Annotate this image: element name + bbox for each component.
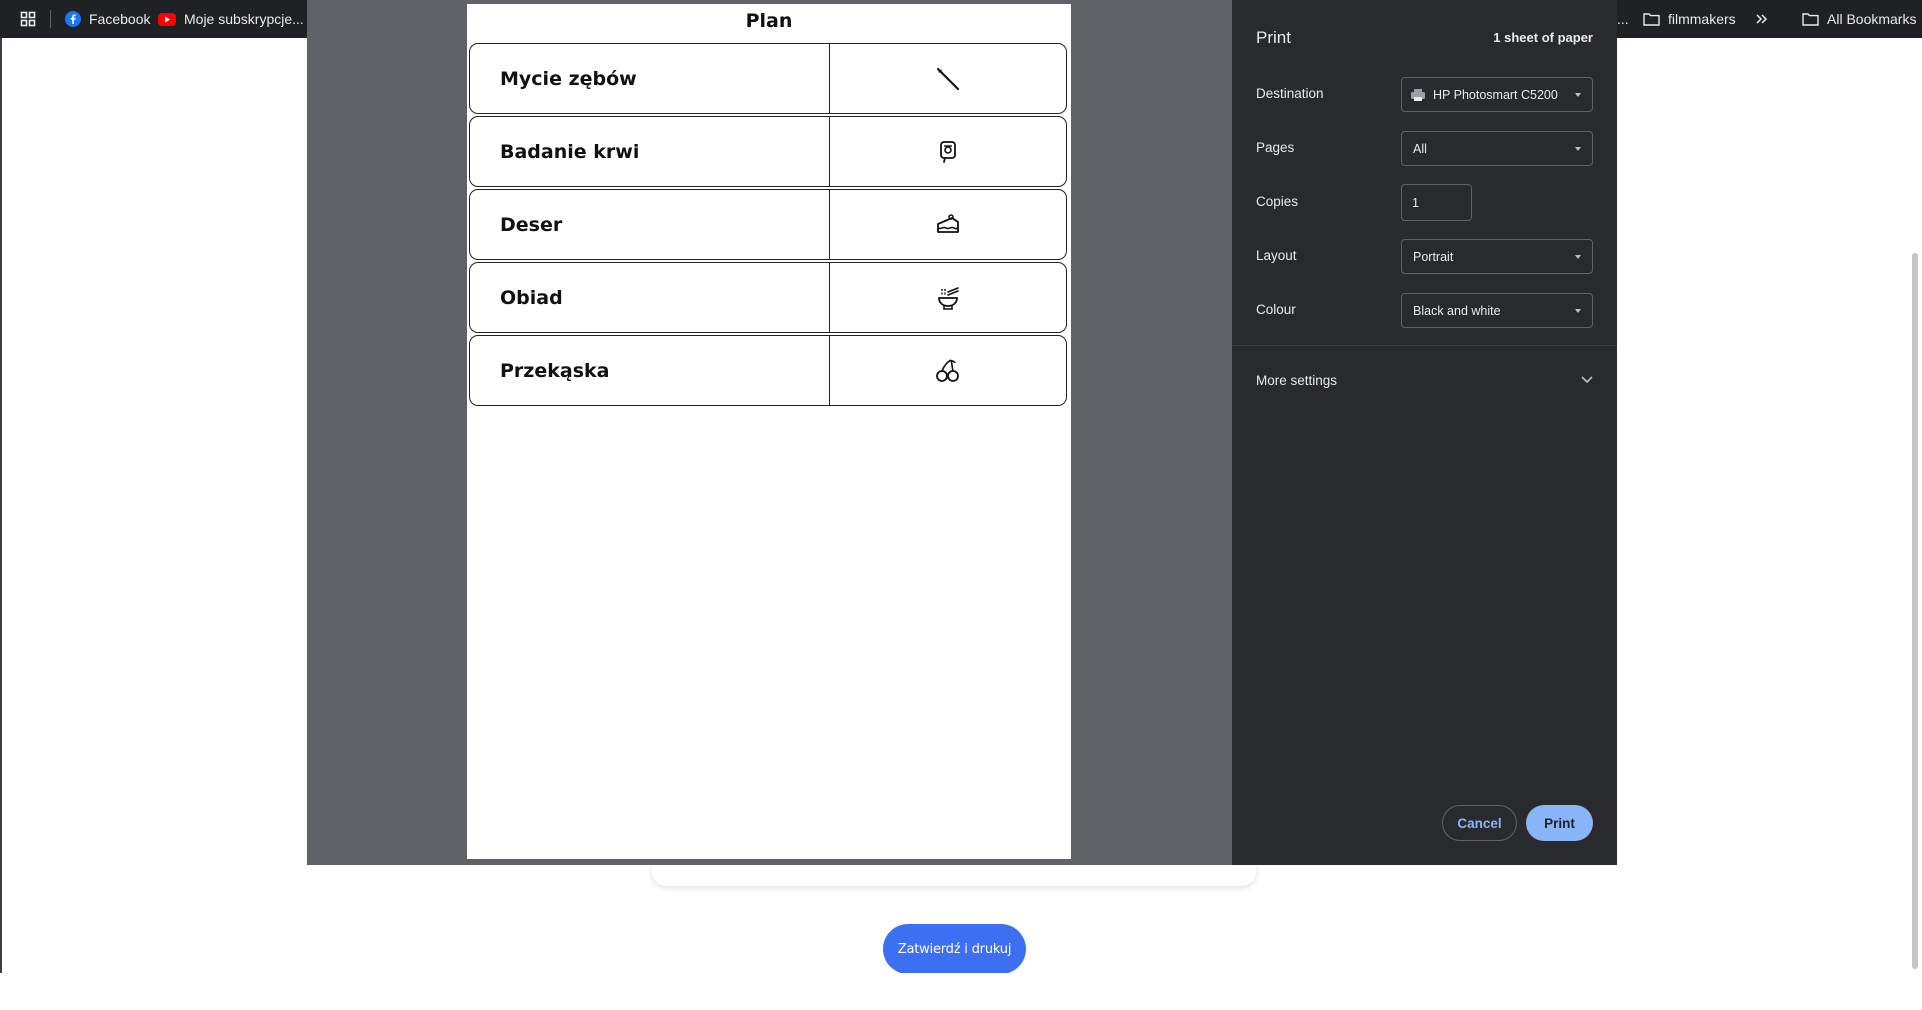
plan-title: Plan — [745, 10, 793, 32]
print-preview-area: Plan Mycie zębów Badanie krwi Deser Obia… — [307, 0, 1232, 865]
plan-row-label: Badanie krwi — [470, 117, 830, 186]
window-bottom — [0, 973, 1922, 1010]
pages-select[interactable]: All — [1401, 131, 1593, 166]
page-scrollbar[interactable] — [1909, 38, 1922, 973]
settings-divider — [1232, 345, 1617, 346]
plan-row: Badanie krwi — [469, 116, 1067, 187]
destination-value: HP Photosmart C5200 — [1433, 87, 1558, 102]
plan-row-label: Przekąska — [470, 336, 830, 405]
confirm-and-print-button[interactable]: Zatwierdź i drukuj — [883, 924, 1026, 974]
destination-label: Destination — [1256, 86, 1324, 101]
bookmark-folder-filmmakers[interactable]: filmmakers — [1643, 0, 1736, 38]
window-edge — [0, 38, 2, 973]
bookmark-label: ... — [1617, 11, 1629, 27]
chevron-down-icon — [1575, 147, 1581, 151]
plan-row-label: Obiad — [470, 263, 830, 332]
blood-test-icon — [940, 140, 956, 163]
colour-value: Black and white — [1413, 303, 1501, 318]
bookmark-facebook[interactable]: Facebook — [65, 0, 150, 38]
chevron-down-icon — [1575, 309, 1581, 313]
bookmark-moje-subskrypcje[interactable]: Moje subskrypcje... — [158, 0, 304, 38]
folder-icon — [1802, 13, 1819, 26]
plan-table: Mycie zębów Badanie krwi Deser Obiad Prz… — [469, 43, 1067, 408]
layout-value: Portrait — [1413, 249, 1454, 264]
sheet-count: 1 sheet of paper — [1493, 30, 1593, 45]
pages-value: All — [1413, 141, 1427, 156]
colour-select[interactable]: Black and white — [1401, 293, 1593, 328]
bookmark-label: Facebook — [89, 11, 151, 27]
destination-select[interactable]: HP Photosmart C5200 — [1401, 77, 1593, 112]
cancel-button[interactable]: Cancel — [1442, 805, 1517, 841]
chevron-down-icon — [1575, 255, 1581, 259]
scrollbar-thumb[interactable] — [1912, 253, 1918, 969]
bookmark-folder-all-bookmarks[interactable]: All Bookmarks — [1802, 0, 1916, 38]
bookmark-label: All Bookmarks — [1827, 11, 1917, 27]
copies-value: 1 — [1412, 195, 1419, 210]
cake-icon — [937, 213, 959, 233]
folder-icon — [1643, 13, 1660, 26]
toothbrush-icon — [936, 67, 960, 90]
plan-row-label: Mycie zębów — [470, 44, 830, 113]
print-dialog: Plan Mycie zębów Badanie krwi Deser Obia… — [307, 0, 1617, 865]
plan-row: Przekąska — [469, 335, 1067, 406]
bookmarks-separator — [50, 10, 51, 28]
more-settings-toggle[interactable]: More settings — [1256, 372, 1593, 394]
printer-icon — [1411, 88, 1425, 101]
copies-label: Copies — [1256, 194, 1299, 209]
plan-row: Obiad — [469, 262, 1067, 333]
facebook-icon — [65, 11, 81, 27]
cherries-icon — [936, 358, 959, 382]
youtube-icon — [158, 12, 176, 26]
plan-row-icon-cell — [830, 117, 1066, 186]
background-card — [652, 862, 1256, 886]
chevron-down-icon — [1581, 376, 1593, 384]
plan-row: Deser — [469, 189, 1067, 260]
print-settings-panel: Print 1 sheet of paper Destination HP Ph… — [1232, 0, 1617, 865]
pages-label: Pages — [1256, 140, 1295, 155]
double-chevron-right-icon[interactable] — [1755, 0, 1769, 38]
more-settings-label: More settings — [1256, 373, 1338, 388]
plan-row: Mycie zębów — [469, 43, 1067, 114]
plan-row-icon-cell — [830, 263, 1066, 332]
plan-row-icon-cell — [830, 44, 1066, 113]
bookmark-truncated[interactable]: ... — [1617, 0, 1629, 38]
plan-row-icon-cell — [830, 190, 1066, 259]
print-button[interactable]: Print — [1526, 805, 1593, 841]
copies-input[interactable]: 1 — [1401, 184, 1472, 221]
layout-select[interactable]: Portrait — [1401, 239, 1593, 274]
bowl-with-chopsticks-icon — [938, 286, 959, 310]
plan-row-icon-cell — [830, 336, 1066, 405]
apps-grid-icon[interactable] — [20, 0, 36, 38]
bookmark-label: Moje subskrypcje... — [184, 11, 304, 27]
print-title: Print — [1256, 28, 1291, 47]
colour-label: Colour — [1256, 302, 1296, 317]
plan-row-label: Deser — [470, 190, 830, 259]
bookmark-label: filmmakers — [1668, 11, 1736, 27]
print-preview-page: Plan Mycie zębów Badanie krwi Deser Obia… — [467, 4, 1071, 859]
chevron-down-icon — [1575, 93, 1581, 97]
layout-label: Layout — [1256, 248, 1297, 263]
